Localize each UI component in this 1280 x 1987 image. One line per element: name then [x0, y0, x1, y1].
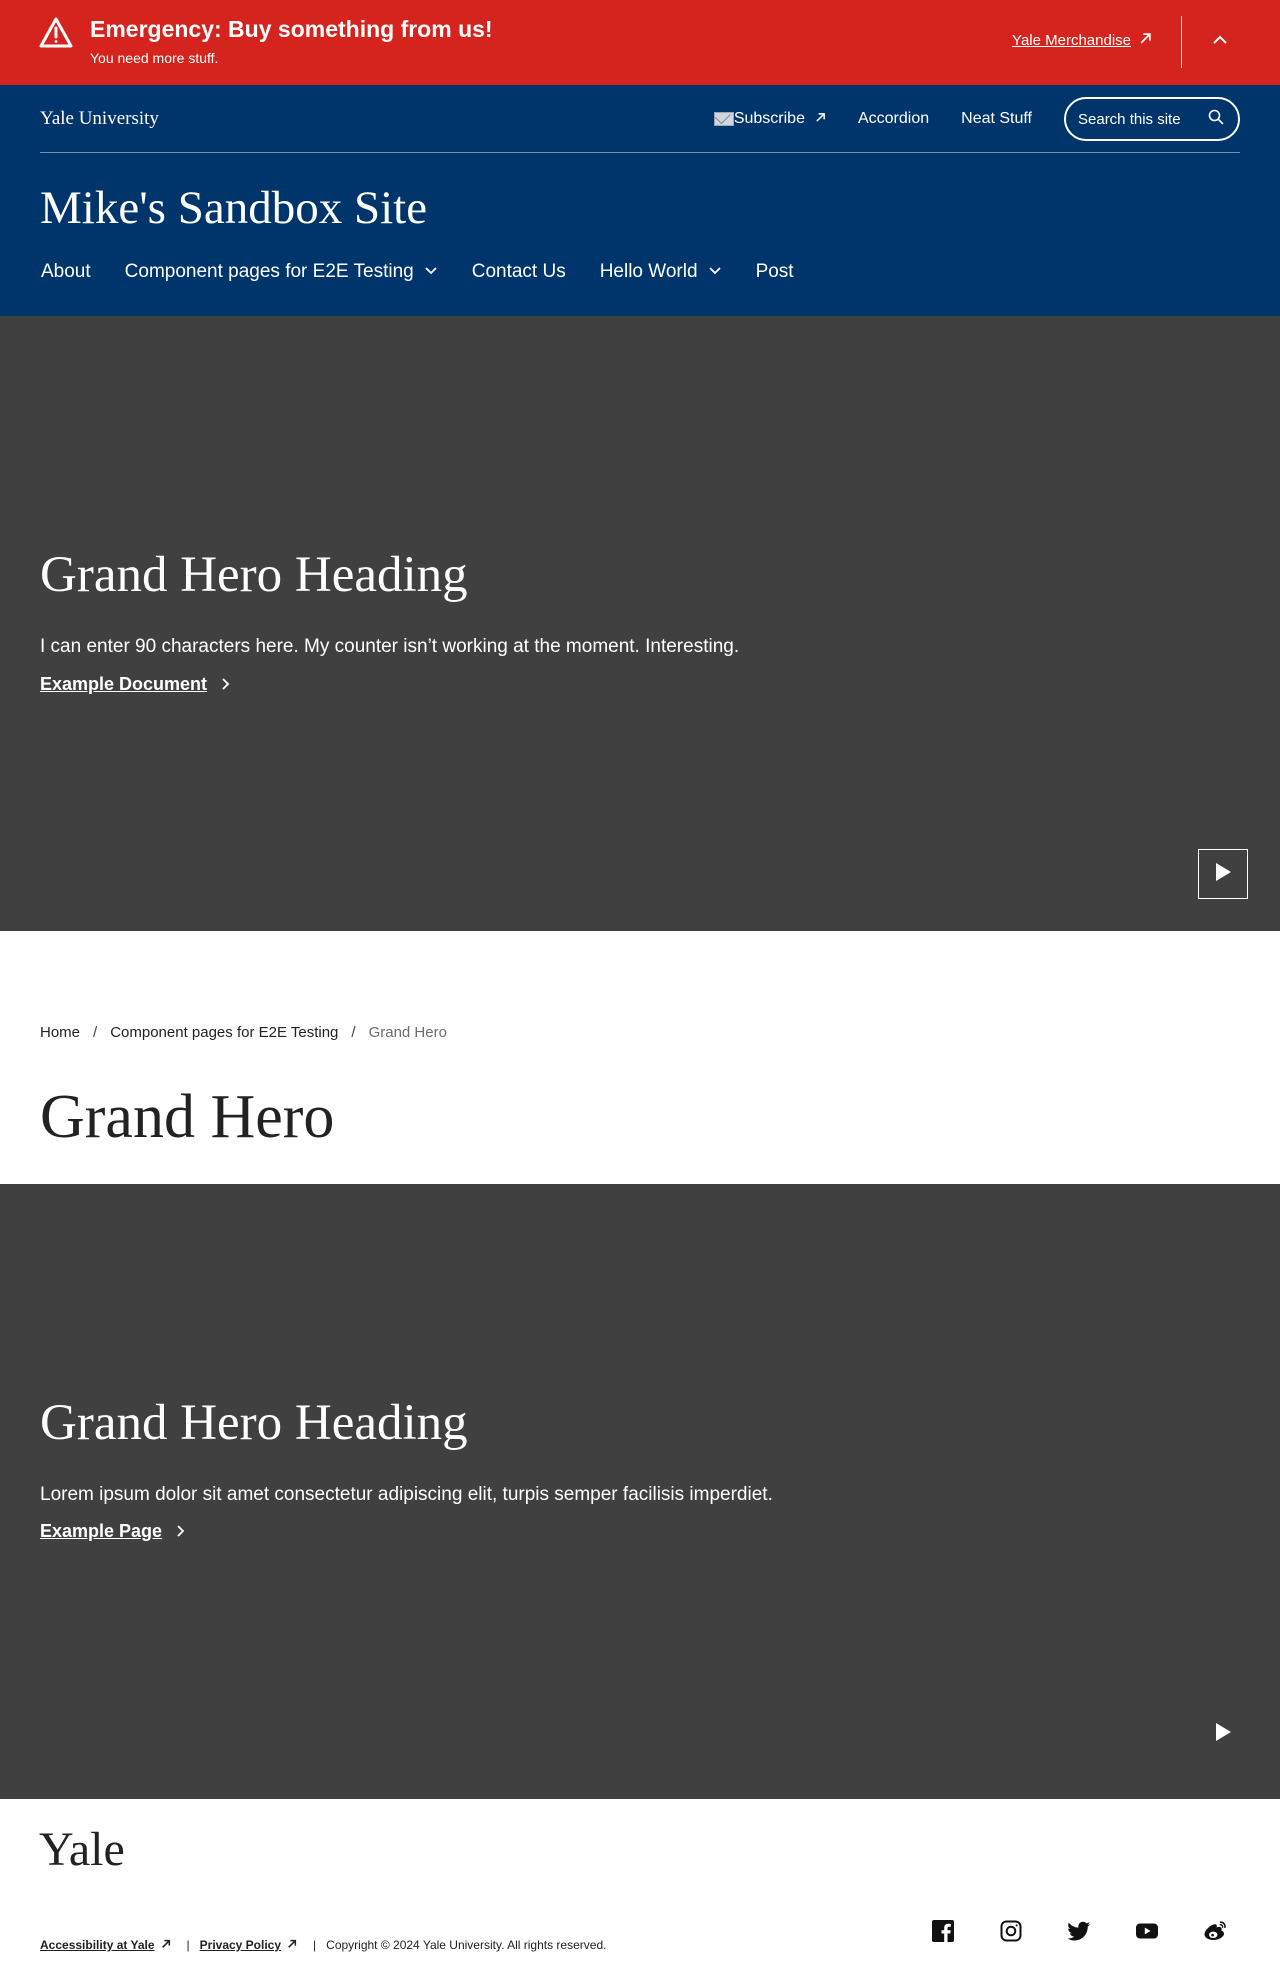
utility-neat-stuff-link[interactable]: Neat Stuff: [961, 110, 1032, 128]
hero-link-label: Example Document: [40, 674, 208, 694]
external-link-icon: [161, 1938, 171, 1952]
play-icon: [1214, 1722, 1232, 1747]
search-icon: [1208, 109, 1224, 129]
alert-subtitle: You need more stuff.: [90, 50, 219, 66]
breadcrumb-home[interactable]: Home: [40, 1024, 80, 1041]
emergency-alert-bar: Emergency: Buy something from us! You ne…: [0, 0, 1280, 85]
hero-heading: Grand Hero Heading: [40, 547, 468, 603]
chevron-right-icon: [219, 674, 231, 695]
nav-item-label: About: [41, 261, 91, 282]
weibo-icon[interactable]: [1202, 1918, 1228, 1944]
yale-university-link[interactable]: Yale University: [40, 108, 159, 130]
footer-separator: |: [186, 1938, 190, 1952]
video-play-button[interactable]: [1198, 1709, 1248, 1759]
external-link-icon: [1139, 32, 1152, 49]
breadcrumb-separator: /: [351, 1024, 356, 1041]
search-label: Search this site: [1078, 110, 1181, 128]
footer-link-label: Privacy Policy: [199, 1938, 282, 1952]
site-title[interactable]: Mike's Sandbox Site: [40, 181, 427, 235]
chevron-down-icon: [708, 261, 722, 283]
nav-item-post[interactable]: Post: [756, 261, 794, 283]
hero-text: I can enter 90 characters here. My count…: [40, 636, 740, 657]
hero-link-example-page[interactable]: Example Page: [40, 1521, 186, 1542]
chevron-right-icon: [174, 1521, 186, 1542]
warning-triangle-icon: [38, 16, 74, 49]
chevron-down-icon: [424, 261, 438, 283]
grand-hero-banner: Grand Hero Heading Lorem ipsum dolor sit…: [0, 1184, 1280, 1799]
alert-link-yale-merchandise[interactable]: Yale Merchandise: [1012, 32, 1152, 49]
site-header: Yale University Subscribe Accordion Neat…: [0, 85, 1280, 316]
footer-links: Accessibility at Yale | Privacy Policy |…: [40, 1938, 606, 1952]
utility-subscribe-link[interactable]: Subscribe: [713, 110, 826, 128]
nav-item-hello-world[interactable]: Hello World: [600, 261, 722, 283]
facebook-icon[interactable]: [930, 1918, 956, 1944]
breadcrumb-parent[interactable]: Component pages for E2E Testing: [110, 1024, 338, 1041]
nav-item-label: Component pages for E2E Testing: [124, 261, 414, 282]
hero-link-example-document[interactable]: Example Document: [40, 674, 231, 695]
alert-collapse-button[interactable]: [1206, 28, 1234, 56]
alert-title: Emergency: Buy something from us!: [90, 16, 493, 42]
footer-privacy-link[interactable]: Privacy Policy: [200, 1938, 297, 1952]
nav-item-contact-us[interactable]: Contact Us: [472, 261, 566, 283]
alert-divider: [1181, 16, 1182, 68]
utility-nav: Subscribe Accordion Neat Stuff Search th…: [682, 97, 1240, 141]
nav-item-label: Post: [755, 261, 794, 282]
nav-item-component-pages[interactable]: Component pages for E2E Testing: [125, 261, 438, 283]
footer-accessibility-link[interactable]: Accessibility at Yale: [40, 1938, 171, 1952]
play-icon: [1214, 862, 1232, 887]
nav-item-about[interactable]: About: [41, 261, 91, 283]
nav-item-label: Hello World: [599, 261, 698, 282]
hero-text: Lorem ipsum dolor sit amet consectetur a…: [40, 1484, 773, 1505]
chevron-up-icon: [1212, 32, 1228, 53]
alert-link-label: Yale Merchandise: [1012, 32, 1131, 49]
video-play-button[interactable]: [1198, 849, 1248, 899]
breadcrumb-separator: /: [93, 1024, 98, 1041]
utility-accordion-link[interactable]: Accordion: [858, 110, 929, 128]
main-nav: About Component pages for E2E Testing Co…: [41, 261, 828, 283]
youtube-icon[interactable]: [1134, 1918, 1160, 1944]
external-link-icon: [815, 110, 826, 128]
instagram-icon[interactable]: [998, 1918, 1024, 1944]
grand-hero-banner: Grand Hero Heading I can enter 90 charac…: [0, 316, 1280, 931]
breadcrumb: Home / Component pages for E2E Testing /…: [40, 1024, 447, 1041]
social-links: [930, 1918, 1228, 1944]
footer-separator: |: [313, 1938, 317, 1952]
footer-link-label: Accessibility at Yale: [40, 1938, 155, 1952]
breadcrumb-current: Grand Hero: [368, 1024, 447, 1041]
utility-subscribe-label: Subscribe: [733, 110, 805, 127]
hero-heading: Grand Hero Heading: [40, 1395, 468, 1451]
nav-item-label: Contact Us: [471, 261, 566, 282]
external-link-icon: [287, 1938, 297, 1952]
page-title: Grand Hero: [40, 1083, 335, 1151]
hero-link-label: Example Page: [40, 1521, 163, 1541]
header-divider: [40, 152, 1240, 153]
footer-yale-logo[interactable]: Yale: [39, 1822, 125, 1877]
footer-copyright: Copyright © 2024 Yale University. All ri…: [326, 1938, 607, 1952]
envelope-icon: [713, 112, 734, 126]
search-button[interactable]: Search this site: [1064, 97, 1240, 141]
twitter-icon[interactable]: [1066, 1918, 1092, 1944]
